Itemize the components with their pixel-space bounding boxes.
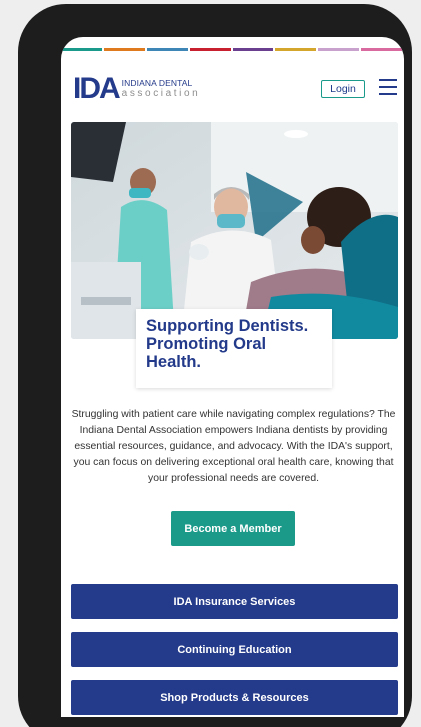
- logo-mark: IDA: [73, 72, 121, 105]
- become-member-button[interactable]: Become a Member: [171, 511, 295, 546]
- phone-screen: IDA INDIANA DENTAL association Login Sup…: [61, 37, 404, 717]
- continuing-education-button[interactable]: Continuing Education: [71, 632, 398, 667]
- brand-color-stripe: [61, 48, 404, 51]
- login-button[interactable]: Login: [321, 80, 365, 98]
- logo-line2: association: [121, 87, 201, 99]
- dental-clinic-photo: [71, 122, 398, 339]
- hamburger-menu-icon[interactable]: [379, 79, 397, 97]
- ida-logo[interactable]: IDA INDIANA DENTAL association: [73, 74, 200, 104]
- intro-paragraph: Struggling with patient care while navig…: [71, 409, 396, 484]
- hero-caption-card: Supporting Dentists. Promoting Oral Heal…: [136, 309, 332, 388]
- insurance-services-button[interactable]: IDA Insurance Services: [71, 584, 398, 619]
- hero-heading: Supporting Dentists. Promoting Oral Heal…: [146, 317, 309, 371]
- phone-frame: IDA INDIANA DENTAL association Login Sup…: [18, 4, 412, 727]
- hero-image: [71, 122, 398, 339]
- shop-products-button[interactable]: Shop Products & Resources: [71, 680, 398, 715]
- site-header: IDA INDIANA DENTAL association Login: [61, 74, 404, 104]
- logo-line1: INDIANA DENTAL: [121, 78, 193, 89]
- logo-text: INDIANA DENTAL association: [122, 79, 201, 99]
